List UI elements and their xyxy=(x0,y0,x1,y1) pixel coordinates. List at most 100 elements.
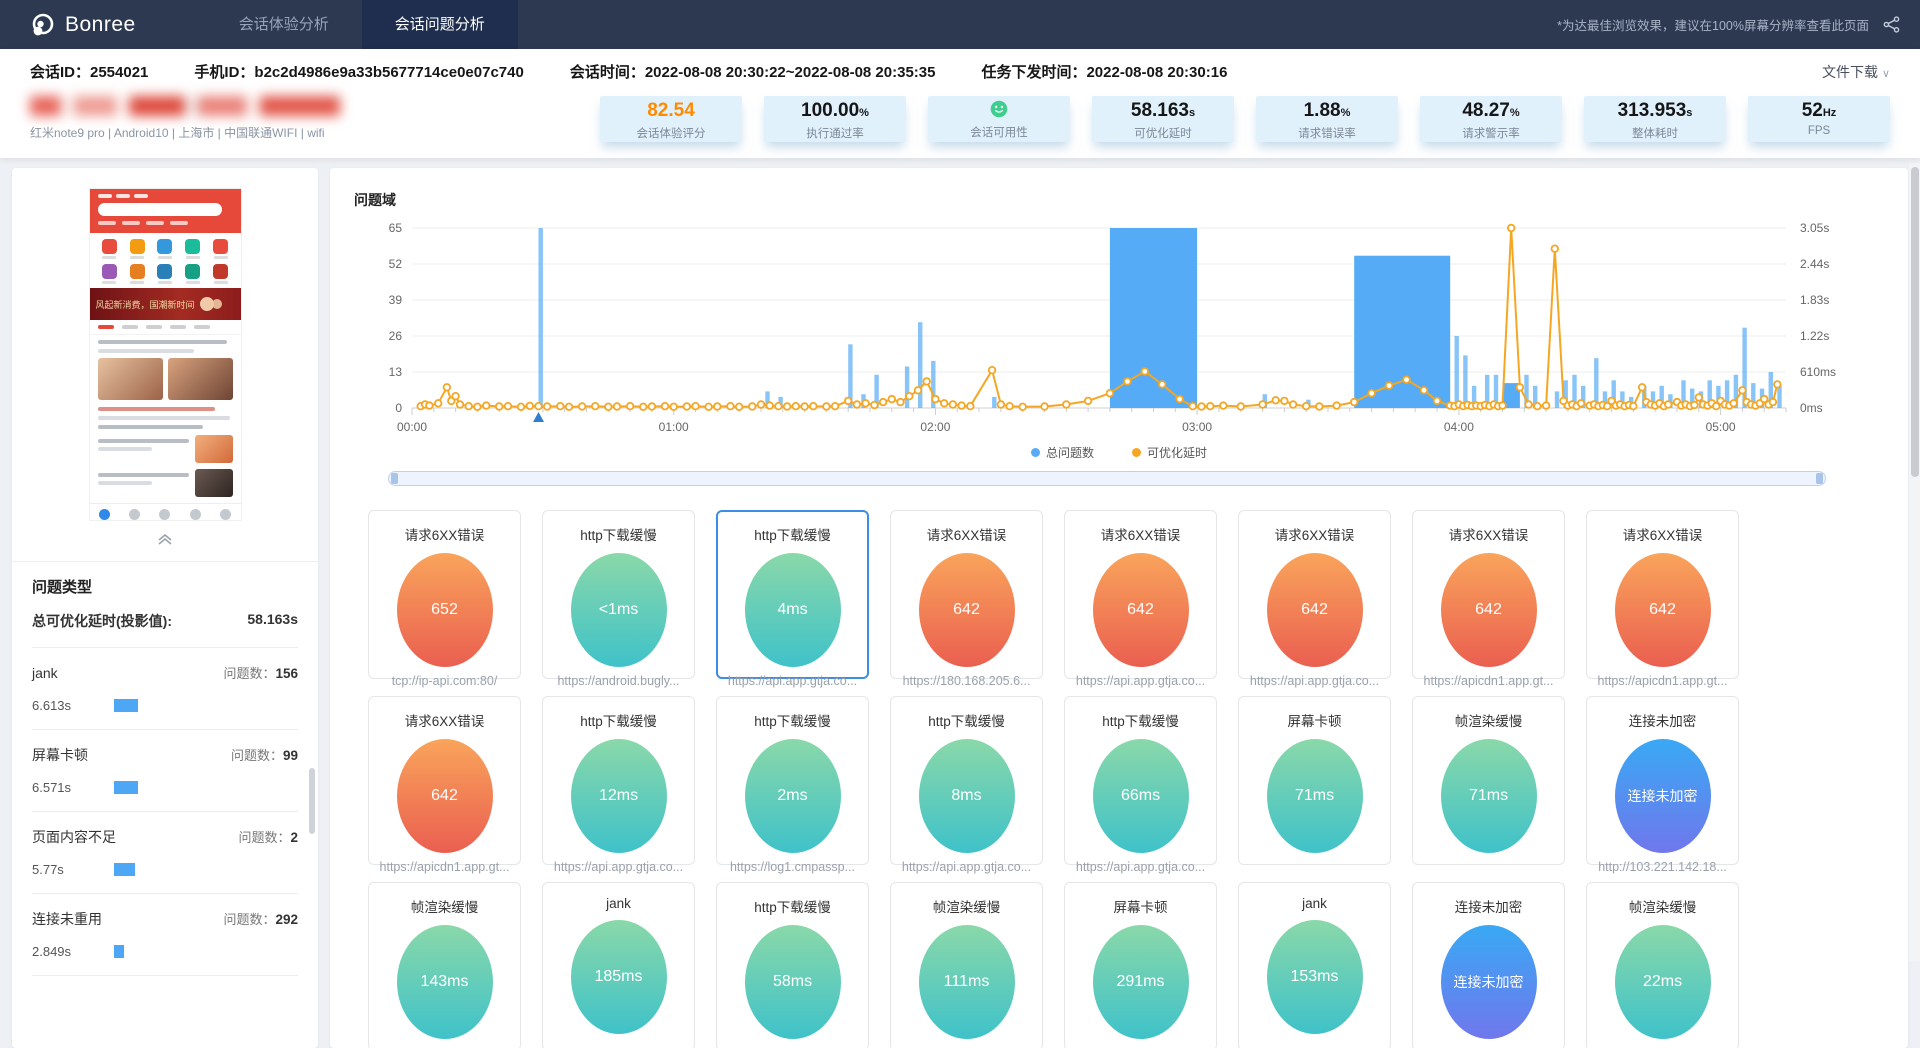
issue-card-12[interactable]: http下载缓慢66mshttps://api.app.gtja.co... xyxy=(1064,696,1217,865)
stat-card-5: 48.27%请求警示率 xyxy=(1420,96,1562,142)
collapse-thumbnail-button[interactable] xyxy=(12,527,318,561)
stat-value: 82.54 xyxy=(600,100,742,124)
bonree-logo-icon xyxy=(30,12,56,38)
issue-card-21[interactable]: jank153ms xyxy=(1238,882,1391,1048)
share-icon[interactable] xyxy=(1883,16,1900,33)
stat-label: 会话可用性 xyxy=(928,124,1070,140)
chart-zoom-slider[interactable] xyxy=(388,471,1826,486)
issue-card-url: https://180.168.205.6... xyxy=(891,674,1042,688)
page-scrollbar[interactable] xyxy=(1909,163,1920,961)
issue-card-3[interactable]: 请求6XX错误642https://180.168.205.6... xyxy=(890,510,1043,679)
problem-count-label: 问题数： xyxy=(223,912,275,927)
chart-legend: 总问题数 可优化延时 xyxy=(354,444,1884,461)
legend-label: 总问题数 xyxy=(1046,444,1094,461)
issue-card-19[interactable]: 帧渲染缓慢111ms xyxy=(890,882,1043,1048)
brand-logo: Bonree xyxy=(0,12,206,38)
page-scrollbar-thumb[interactable] xyxy=(1911,167,1919,477)
issue-card-title: http下载缓慢 xyxy=(717,710,868,730)
problem-count-label: 问题数： xyxy=(223,666,275,681)
tab-session-problems[interactable]: 会话问题分析 xyxy=(362,0,518,49)
issue-card-9[interactable]: http下载缓慢12mshttps://api.app.gtja.co... xyxy=(542,696,695,865)
problem-count-label: 问题数： xyxy=(238,830,290,845)
legend-item-1[interactable]: 可优化延时 xyxy=(1132,444,1207,461)
issue-card-bubble: 71ms xyxy=(1441,739,1537,853)
issue-card-6[interactable]: 请求6XX错误642https://apicdn1.app.gt... xyxy=(1412,510,1565,679)
issue-card-22[interactable]: 连接未加密连接未加密 xyxy=(1412,882,1565,1048)
problem-type-list: jank问题数：1566.613s屏幕卡顿问题数：996.571s页面内容不足问… xyxy=(32,648,298,976)
problem-domain-chart[interactable]: 00ms13610ms261.22s391.83s522.44s653.05s0… xyxy=(354,216,1874,444)
resolution-note: *为达最佳浏览效果，建议在100%屏幕分辨率查看此页面 xyxy=(1557,15,1869,34)
issue-card-10[interactable]: http下载缓慢2mshttps://log1.cmpassp... xyxy=(716,696,869,865)
tab-session-experience[interactable]: 会话体验分析 xyxy=(206,0,362,49)
issue-card-url: https://apicdn1.app.gt... xyxy=(1413,674,1564,688)
issue-card-title: 请求6XX错误 xyxy=(891,524,1042,544)
problem-type-item-2[interactable]: 页面内容不足问题数：25.77s xyxy=(32,812,298,894)
issue-card-15[interactable]: 连接未加密连接未加密http://103.221.142.18... xyxy=(1586,696,1739,865)
issue-card-url: https://apicdn1.app.gt... xyxy=(369,860,520,874)
svg-text:01:00: 01:00 xyxy=(659,420,689,434)
issue-card-url: http://103.221.142.18... xyxy=(1587,860,1738,874)
problem-type-item-1[interactable]: 屏幕卡顿问题数：996.571s xyxy=(32,730,298,812)
issue-card-17[interactable]: jank185ms xyxy=(542,882,695,1048)
issue-card-title: 连接未加密 xyxy=(1587,710,1738,730)
problem-type-name: 连接未重用 xyxy=(32,909,102,929)
issue-card-23[interactable]: 帧渲染缓慢22ms xyxy=(1586,882,1739,1048)
stat-label: 请求错误率 xyxy=(1256,125,1398,141)
issue-card-5[interactable]: 请求6XX错误642https://api.app.gtja.co... xyxy=(1238,510,1391,679)
issue-card-16[interactable]: 帧渲染缓慢143ms xyxy=(368,882,521,1048)
stat-label: 请求警示率 xyxy=(1420,125,1562,141)
issue-card-18[interactable]: http下载缓慢58ms xyxy=(716,882,869,1048)
problem-count-value: 292 xyxy=(275,912,298,927)
issue-card-url: https://api.app.gtja.co... xyxy=(543,860,694,874)
issue-card-4[interactable]: 请求6XX错误642https://api.app.gtja.co... xyxy=(1064,510,1217,679)
issue-card-title: http下载缓慢 xyxy=(1065,710,1216,730)
issue-card-11[interactable]: http下载缓慢8mshttps://api.app.gtja.co... xyxy=(890,696,1043,865)
issue-card-bubble: 4ms xyxy=(745,553,841,667)
issue-card-14[interactable]: 帧渲染缓慢71ms xyxy=(1412,696,1565,865)
brand-name: Bonree xyxy=(65,13,136,37)
problem-type-item-3[interactable]: 连接未重用问题数：2922.849s xyxy=(32,894,298,976)
issue-card-1[interactable]: http下载缓慢<1mshttps://android.bugly... xyxy=(542,510,695,679)
total-delay-label: 总可优化延时(投影值): xyxy=(32,611,172,631)
stat-value: 52Hz xyxy=(1748,100,1890,124)
issue-card-2[interactable]: http下载缓慢4mshttps://api.app.gtja.co... xyxy=(716,510,869,679)
sidebar-scrollbar[interactable] xyxy=(309,768,315,834)
issue-card-bubble: 291ms xyxy=(1093,925,1189,1039)
issue-card-title: 请求6XX错误 xyxy=(369,524,520,544)
legend-dot xyxy=(1031,448,1040,457)
issue-card-title: http下载缓慢 xyxy=(891,710,1042,730)
phone-mock-icon-grid xyxy=(90,233,241,288)
problem-type-item-0[interactable]: jank问题数：1566.613s xyxy=(32,648,298,730)
issue-card-bubble: 652 xyxy=(397,553,493,667)
svg-text:26: 26 xyxy=(389,329,403,343)
problem-count-value: 2 xyxy=(290,830,298,845)
issue-card-7[interactable]: 请求6XX错误642https://apicdn1.app.gt... xyxy=(1586,510,1739,679)
svg-text:03:00: 03:00 xyxy=(1182,420,1212,434)
issue-card-title: 屏幕卡顿 xyxy=(1239,710,1390,730)
issue-card-8[interactable]: 请求6XX错误642https://apicdn1.app.gt... xyxy=(368,696,521,865)
phone-mock-header xyxy=(90,189,241,233)
stat-card-1: 100.00%执行通过率 xyxy=(764,96,906,142)
chevron-down-icon: ∨ xyxy=(1882,68,1890,80)
zoom-handle-left[interactable] xyxy=(391,473,398,484)
session-info-item-0: 会话ID：2554021 xyxy=(30,61,148,82)
issue-card-bubble: 8ms xyxy=(919,739,1015,853)
problem-time-bar xyxy=(114,781,138,794)
problem-count-value: 99 xyxy=(283,748,298,763)
top-navbar: Bonree 会话体验分析 会话问题分析 *为达最佳浏览效果，建议在100%屏幕… xyxy=(0,0,1920,49)
stat-card-3: 58.163s可优化延时 xyxy=(1092,96,1234,142)
issue-card-url: https://api.app.gtja.co... xyxy=(718,674,867,688)
issue-card-20[interactable]: 屏幕卡顿 291ms xyxy=(1064,882,1217,1048)
issue-card-url: https://android.bugly... xyxy=(543,674,694,688)
issue-card-0[interactable]: 请求6XX错误652tcp://ip-api.com:80/ xyxy=(368,510,521,679)
issue-card-bubble: 12ms xyxy=(571,739,667,853)
file-download-button[interactable]: 文件下载 ∨ xyxy=(1822,62,1890,82)
problem-time-bar xyxy=(114,863,135,876)
stat-card-4: 1.88%请求错误率 xyxy=(1256,96,1398,142)
stat-value: 58.163s xyxy=(1092,100,1234,124)
issue-card-13[interactable]: 屏幕卡顿71ms xyxy=(1238,696,1391,865)
issue-card-bubble: 58ms xyxy=(745,925,841,1039)
issue-card-title: 屏幕卡顿 xyxy=(1065,896,1216,916)
legend-item-0[interactable]: 总问题数 xyxy=(1031,444,1094,461)
zoom-handle-right[interactable] xyxy=(1816,473,1823,484)
